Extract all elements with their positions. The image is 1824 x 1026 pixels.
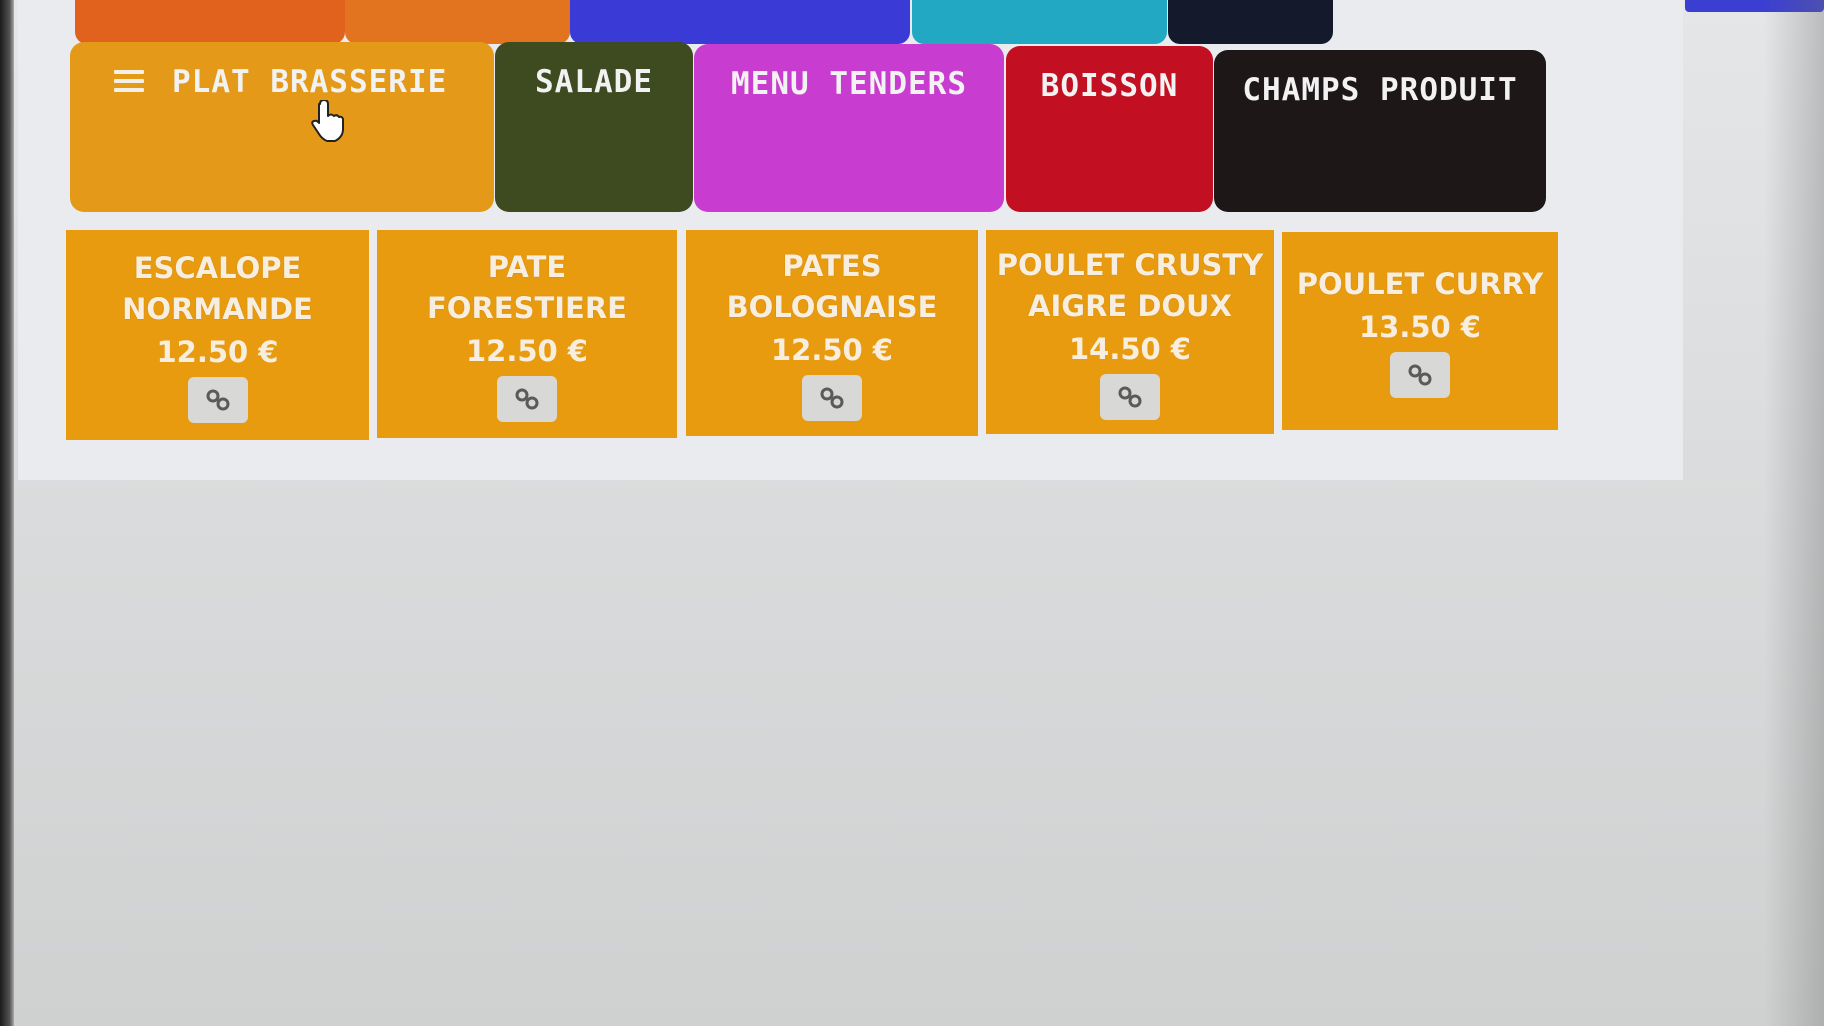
link-button[interactable] xyxy=(1100,373,1160,420)
category-boisson[interactable]: BOISSON xyxy=(1006,46,1213,212)
link-icon xyxy=(515,388,539,409)
top-tab-blue[interactable] xyxy=(570,0,910,44)
product-tile-escalope-normande[interactable]: ESCALOPE NORMANDE 12.50 € xyxy=(66,230,369,440)
hamburger-menu-icon[interactable] xyxy=(114,70,144,92)
link-button[interactable] xyxy=(187,376,248,423)
screen-edge-shadow xyxy=(1764,0,1824,1026)
hand-pointer-icon xyxy=(311,100,344,142)
product-name: NORMANDE xyxy=(122,291,313,326)
product-name: ESCALOPE xyxy=(133,250,302,285)
screen: PLAT BRASSERIE SALADE MENU TENDERS BOISS… xyxy=(0,0,1824,1026)
link-icon xyxy=(820,387,844,408)
product-name: POULET CURRY xyxy=(1296,267,1544,301)
category-menu-tenders[interactable]: MENU TENDERS xyxy=(694,44,1004,212)
product-price: 12.50 € xyxy=(465,333,588,368)
product-price: 12.50 € xyxy=(156,334,279,369)
product-tile-pate-forestiere[interactable]: PATE FORESTIERE 12.50 € xyxy=(377,230,677,438)
link-icon xyxy=(206,389,229,410)
link-button[interactable] xyxy=(802,374,862,421)
category-label: BOISSON xyxy=(1040,68,1179,104)
category-label: PLAT BRASSERIE xyxy=(172,64,448,100)
category-label: SALADE xyxy=(535,64,653,100)
product-name: PATES xyxy=(782,248,882,283)
category-champs-produit[interactable]: CHAMPS PRODUIT xyxy=(1214,50,1546,212)
category-label: MENU TENDERS xyxy=(731,66,967,102)
link-icon xyxy=(1118,386,1142,407)
product-name: PATE xyxy=(487,249,567,284)
product-name: BOLOGNAISE xyxy=(726,289,938,324)
top-tab-orange[interactable] xyxy=(75,0,345,44)
product-name: AIGRE DOUX xyxy=(1028,288,1232,323)
link-icon xyxy=(1408,364,1432,386)
top-tab-orange-2[interactable] xyxy=(345,0,570,44)
product-price: 12.50 € xyxy=(770,332,893,367)
product-tile-poulet-crusty-aigre-doux[interactable]: POULET CRUSTY AIGRE DOUX 14.50 € xyxy=(986,230,1274,434)
category-salade[interactable]: SALADE xyxy=(495,42,693,212)
top-tab-cyan[interactable] xyxy=(912,0,1167,44)
device-bezel xyxy=(0,0,14,1026)
category-plat-brasserie[interactable]: PLAT BRASSERIE xyxy=(70,42,494,212)
product-price: 14.50 € xyxy=(1068,331,1191,366)
link-button[interactable] xyxy=(497,375,557,422)
product-tile-poulet-curry[interactable]: POULET CURRY 13.50 € xyxy=(1282,232,1558,430)
product-price: 13.50 € xyxy=(1358,310,1481,344)
product-name: FORESTIERE xyxy=(426,290,627,325)
product-tile-pates-bolognaise[interactable]: PATES BOLOGNAISE 12.50 € xyxy=(686,230,978,436)
product-name: POULET CRUSTY xyxy=(996,247,1264,282)
category-label: CHAMPS PRODUIT xyxy=(1242,72,1518,108)
link-button[interactable] xyxy=(1390,352,1450,398)
top-tab-navy[interactable] xyxy=(1168,0,1333,44)
